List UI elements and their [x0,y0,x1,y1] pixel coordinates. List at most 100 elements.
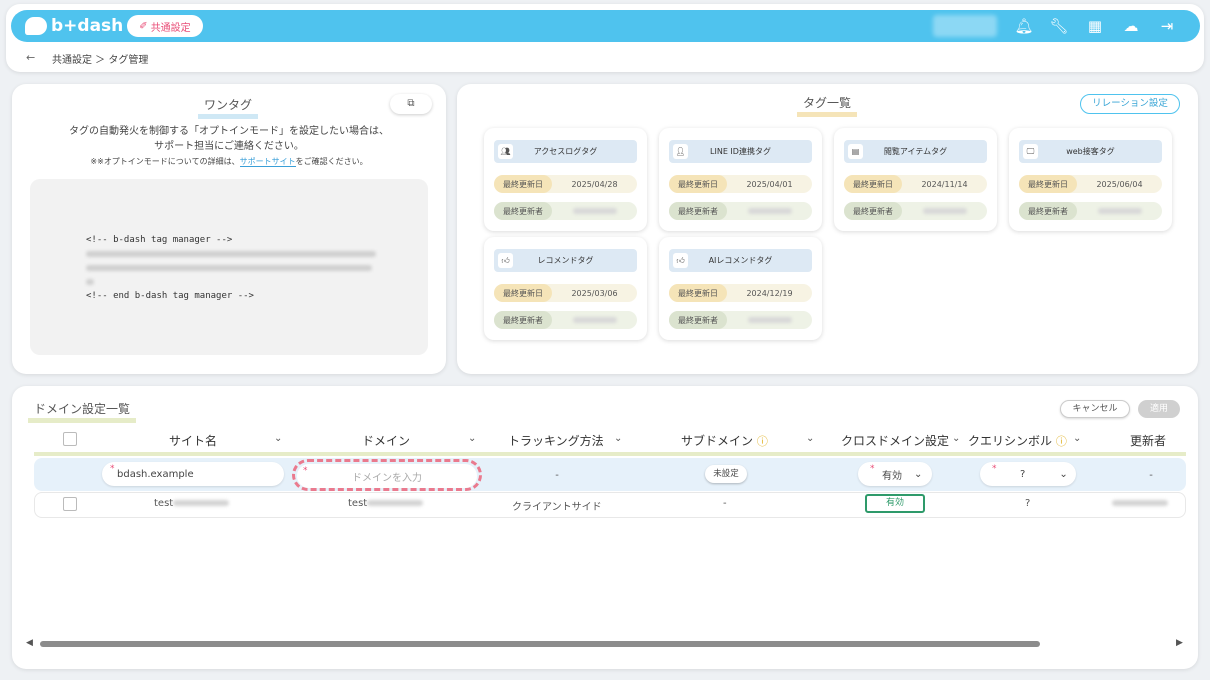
card-title: レコメンドタグ [537,256,594,265]
breadcrumb: 共通設定 ＞ タグ管理 [52,55,149,66]
card-title: web接客タグ [1066,147,1115,156]
row-tracking: クライアントサイド [512,502,602,513]
robot-icon[interactable]: ☁ [1121,16,1141,36]
row-site-name-text: test [154,498,174,509]
user-label: 最終更新者 [494,202,552,220]
relation-settings-button[interactable]: リレーション設定 [1080,94,1180,114]
date-value: 2024/12/19 [746,288,793,298]
required-mark: * [303,466,308,476]
chevron-down-icon[interactable]: ⌄ [614,433,622,444]
domain-input[interactable]: * ドメインを入力 [297,464,477,488]
chevron-down-icon[interactable]: ⌄ [952,433,960,444]
tag-card-line-id[interactable]: 👤︎ LINE ID連携タグ 最終更新日 2025/04/01 最終更新者 [659,128,822,231]
grid-icon[interactable]: ▦ [1085,16,1105,36]
tracking-value: - [555,470,559,481]
required-mark: * [870,464,875,474]
code-blurred-line [86,265,372,271]
taglist-title: タグ一覧 [797,94,858,117]
user-value [1077,207,1162,216]
card-title: アクセスログタグ [533,147,598,156]
column-subdomain[interactable]: サブドメイン ⓘ [681,432,768,449]
row-query-symbol: ? [1025,498,1031,509]
user-value [727,207,812,216]
top-bar: b+dash ✐ 共通設定 🔔︎ 🔧︎ ▦ ☁ ⇥ [11,10,1200,42]
chevron-down-icon[interactable]: ⌄ [806,433,814,444]
logout-icon[interactable]: ⇥ [1157,16,1177,36]
date-value: 2025/04/01 [746,179,793,189]
chevron-down-icon[interactable]: ⌄ [274,433,282,444]
header-panel: b+dash ✐ 共通設定 🔔︎ 🔧︎ ▦ ☁ ⇥ ← 共通設定 ＞ タグ管理 [6,4,1204,72]
row-subdomain: - [723,498,727,509]
tag-card-web-service[interactable]: 🖵︎ web接客タグ 最終更新日 2025/06/04 最終更新者 [1009,128,1172,231]
column-subdomain-label: サブドメイン [681,434,754,448]
code-blurred-line [86,251,376,257]
cross-domain-select[interactable]: * 有効 ⌄ [858,462,932,486]
onetag-note: ※※オプトインモードについての詳細は、サポートサイトをご確認ください。 [12,156,446,167]
card-header: 👤︎ LINE ID連携タグ [669,140,812,163]
taglist-panel: タグ一覧 リレーション設定 👥︎ アクセスログタグ 最終更新日 2025/04/… [457,84,1198,374]
chevron-down-icon[interactable]: ⌄ [1073,433,1081,444]
user-label: 最終更新者 [494,311,552,329]
date-value: 2024/11/14 [921,179,968,189]
card-date-row: 最終更新日 2025/04/01 [669,175,812,193]
user-value [902,207,987,216]
card-user-row: 最終更新者 [1019,202,1162,220]
apply-button[interactable]: 適用 [1138,400,1180,418]
horizontal-scrollbar[interactable]: ◀ ▶ [26,638,1183,648]
help-icon[interactable]: ⓘ [1056,435,1067,448]
card-date-row: 最終更新日 2024/11/14 [844,175,987,193]
support-site-link[interactable]: サポートサイト [239,157,296,167]
domain-title: ドメイン設定一覧 [28,400,137,423]
tag-card-recommend[interactable]: 👍︎ レコメンドタグ 最終更新日 2025/03/06 最終更新者 [484,237,647,340]
tag-card-ai-recommend[interactable]: 👍︎ AIレコメンドタグ 最終更新日 2024/12/19 最終更新者 [659,237,822,340]
query-symbol-select[interactable]: * ? ⌄ [980,462,1076,486]
copy-button[interactable]: ⧉ [390,94,432,114]
tag-code-box[interactable]: <!-- b-dash tag manager --> <!-- end b-d… [30,179,428,355]
onetag-description-2: サポート担当にご連絡ください。 [154,141,304,152]
user-label: 最終更新者 [1019,202,1077,220]
card-user-row: 最終更新者 [669,311,812,329]
column-domain[interactable]: ドメイン [362,432,410,449]
shared-settings-button[interactable]: ✐ 共通設定 [127,15,203,37]
site-name-input[interactable]: * bdash.example [102,462,284,486]
wrench-icon[interactable]: 🔧︎ [1049,16,1069,36]
help-icon[interactable]: ⓘ [757,435,768,448]
subdomain-unset-button[interactable]: 未設定 [705,465,747,483]
card-header: ▤ 閲覧アイテムタグ [844,140,987,163]
card-title: 閲覧アイテムタグ [883,147,948,156]
users-icon: 👥︎ [498,144,513,159]
onetag-panel: ワンタグ ⧉ タグの自動発火を制御する「オプトインモード」を設定したい場合は、 … [12,84,446,374]
back-arrow-icon[interactable]: ← [26,51,35,64]
card-title: LINE ID連携タグ [710,147,771,156]
chevron-down-icon[interactable]: ⌄ [468,433,476,444]
column-site-name[interactable]: サイト名 [169,432,217,449]
card-user-row: 最終更新者 [669,202,812,220]
user-label: 最終更新者 [844,202,902,220]
column-tracking[interactable]: トラッキング方法 [508,432,604,449]
logo[interactable]: b+dash [25,14,123,38]
date-label: 最終更新日 [669,284,727,302]
user-label: 最終更新者 [669,311,727,329]
user-value [552,207,637,216]
select-all-checkbox[interactable] [63,432,77,446]
tag-card-viewed-item[interactable]: ▤ 閲覧アイテムタグ 最終更新日 2024/11/14 最終更新者 [834,128,997,231]
scroll-left-icon[interactable]: ◀ [26,638,33,648]
cancel-button[interactable]: キャンセル [1060,400,1130,418]
row-checkbox[interactable] [63,497,77,511]
required-mark: * [992,464,997,474]
tag-card-access-log[interactable]: 👥︎ アクセスログタグ 最終更新日 2025/04/28 最終更新者 [484,128,647,231]
query-symbol-value: ? [1020,468,1026,480]
column-query-symbol[interactable]: クエリシンボル ⓘ [968,432,1067,449]
date-label: 最終更新日 [1019,175,1077,193]
column-cross-domain[interactable]: クロスドメイン設定 [841,432,949,449]
row-domain: test [348,498,424,509]
bell-icon[interactable]: 🔔︎ [1014,16,1034,36]
scrollbar-thumb[interactable] [40,641,1040,647]
user-value [552,316,637,325]
column-updater[interactable]: 更新者 [1130,432,1166,449]
chevron-down-icon: ⌄ [1059,468,1068,480]
user-info[interactable] [933,15,997,37]
date-label: 最終更新日 [669,175,727,193]
date-value: 2025/04/28 [571,179,618,189]
scroll-right-icon[interactable]: ▶ [1176,638,1183,648]
